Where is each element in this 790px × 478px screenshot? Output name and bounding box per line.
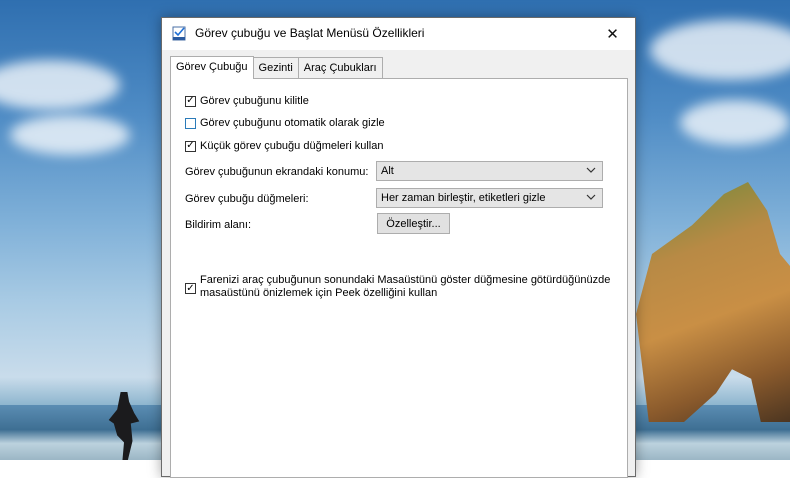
tab-toolbars[interactable]: Araç Çubukları <box>297 57 383 78</box>
tab-panel: ✓ Görev çubuğunu kilitle Görev çubuğunu … <box>170 78 628 478</box>
peek-checkbox[interactable]: ✓ <box>185 283 196 294</box>
location-label: Görev çubuğunun ekrandaki konumu: <box>185 166 368 178</box>
taskbar-properties-icon <box>172 26 186 41</box>
peek-label-line1: Farenizi araç çubuğunun sonundaki Masaüs… <box>200 274 611 286</box>
notification-area-label-text: Bildirim alanı: <box>185 219 252 231</box>
lock-taskbar-option[interactable]: ✓ Görev çubuğunu kilitle <box>185 95 309 107</box>
buttons-combine-label-text: Görev çubuğu düğmeleri: <box>185 193 309 205</box>
peek-label-line2: masaüstünü önizlemek için Peek özelliğin… <box>200 287 438 299</box>
location-label-text: Görev çubuğunun ekrandaki konumu: <box>185 166 369 178</box>
small-buttons-label: Küçük görev çubuğu düğmeleri kullan <box>200 140 384 152</box>
window-title: Görev çubuğu ve Başlat Menüsü Özellikler… <box>195 26 425 40</box>
close-icon: ✕ <box>606 26 619 43</box>
buttons-combine-label: Görev çubuğu düğmeleri: <box>185 193 309 205</box>
chevron-down-icon <box>586 194 596 200</box>
tab-strip: Görev Çubuğu Gezinti Araç Çubukları <box>170 56 383 79</box>
chevron-down-icon <box>586 167 596 173</box>
peek-label: Farenizi araç çubuğunun sonundaki Masaüs… <box>200 274 610 299</box>
lock-taskbar-checkbox[interactable]: ✓ <box>185 95 196 107</box>
location-dropdown[interactable]: Alt <box>376 161 603 181</box>
small-buttons-option[interactable]: ✓ Küçük görev çubuğu düğmeleri kullan <box>185 140 383 152</box>
tab-taskbar[interactable]: Görev Çubuğu <box>170 56 254 79</box>
auto-hide-label: Görev çubuğunu otomatik olarak gizle <box>200 117 385 129</box>
properties-dialog: Görev çubuğu ve Başlat Menüsü Özellikler… <box>161 17 636 478</box>
cloud <box>10 115 130 155</box>
location-value: Alt <box>381 165 394 177</box>
rock-formation <box>636 182 790 422</box>
buttons-combine-value: Her zaman birleştir, etiketleri gizle <box>381 192 546 204</box>
small-buttons-checkbox[interactable]: ✓ <box>185 140 196 152</box>
auto-hide-option[interactable]: Görev çubuğunu otomatik olarak gizle <box>185 117 385 129</box>
cloud <box>680 100 790 145</box>
customize-button[interactable]: Özelleştir... <box>377 213 450 234</box>
title-bar[interactable]: Görev çubuğu ve Başlat Menüsü Özellikler… <box>162 18 635 50</box>
lock-taskbar-label: Görev çubuğunu kilitle <box>200 95 309 107</box>
auto-hide-checkbox[interactable] <box>185 117 196 129</box>
buttons-combine-dropdown[interactable]: Her zaman birleştir, etiketleri gizle <box>376 188 603 208</box>
tab-navigation[interactable]: Gezinti <box>252 57 299 78</box>
notification-area-label: Bildirim alanı: <box>185 219 251 231</box>
cloud <box>650 20 790 80</box>
close-button[interactable]: ✕ <box>590 18 635 50</box>
cloud <box>0 60 120 110</box>
peek-option[interactable]: ✓ Farenizi araç çubuğunun sonundaki Masa… <box>185 274 615 299</box>
